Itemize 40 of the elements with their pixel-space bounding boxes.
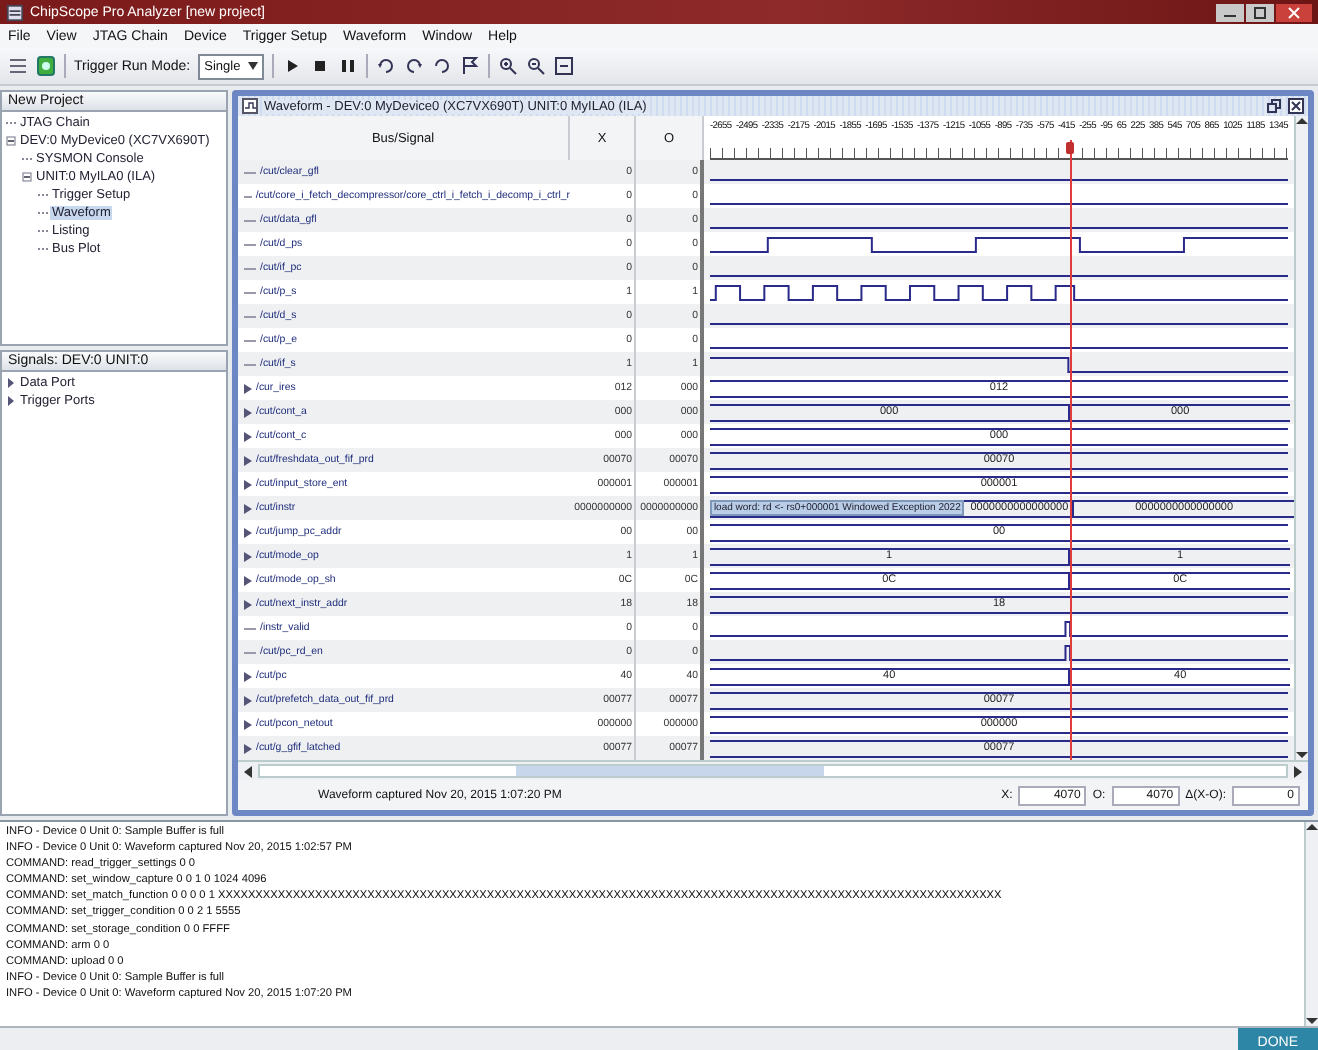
pause-icon[interactable] bbox=[338, 56, 359, 76]
expand-icon[interactable] bbox=[244, 743, 252, 753]
dropdown-caret-icon bbox=[248, 62, 259, 70]
expand-icon[interactable] bbox=[244, 599, 252, 609]
rotate-icon[interactable] bbox=[376, 56, 397, 76]
zoom-in-icon[interactable] bbox=[498, 56, 519, 76]
expand-icon[interactable] bbox=[244, 431, 252, 441]
expand-icon[interactable] bbox=[244, 503, 252, 513]
expand-icon[interactable] bbox=[6, 396, 16, 406]
collapse-icon[interactable] bbox=[22, 172, 32, 182]
waveform-icon[interactable] bbox=[242, 98, 258, 114]
close-icon[interactable] bbox=[1288, 98, 1304, 114]
expand-icon[interactable] bbox=[6, 378, 16, 388]
cursor-line[interactable] bbox=[1069, 140, 1072, 760]
expand-icon[interactable] bbox=[244, 527, 252, 537]
close-icon[interactable] bbox=[1276, 3, 1312, 21]
expand-icon[interactable] bbox=[244, 575, 252, 585]
zoom-out-icon[interactable] bbox=[526, 56, 547, 76]
minimize-icon[interactable] bbox=[1216, 3, 1244, 21]
expand-icon[interactable] bbox=[244, 407, 252, 417]
cursor-marker[interactable] bbox=[1065, 142, 1074, 154]
maximize-icon[interactable] bbox=[1246, 3, 1274, 21]
collapse-icon[interactable] bbox=[6, 136, 16, 146]
rotate-icon[interactable] bbox=[432, 56, 453, 76]
expand-icon[interactable] bbox=[244, 455, 252, 465]
flag-icon[interactable] bbox=[460, 56, 481, 76]
expand-icon[interactable] bbox=[244, 671, 252, 681]
restore-icon[interactable] bbox=[1266, 98, 1282, 114]
expand-icon[interactable] bbox=[244, 551, 252, 561]
stop-icon[interactable] bbox=[310, 56, 331, 76]
device-icon[interactable] bbox=[36, 56, 56, 76]
expand-icon[interactable] bbox=[244, 479, 252, 489]
horizontal-scrollbar[interactable] bbox=[258, 764, 1288, 778]
scroll-up-icon[interactable] bbox=[1306, 822, 1318, 832]
play-icon[interactable] bbox=[282, 56, 303, 76]
expand-icon[interactable] bbox=[244, 695, 252, 705]
expand-icon[interactable] bbox=[244, 383, 252, 393]
expand-icon[interactable] bbox=[244, 719, 252, 729]
rotate-icon[interactable] bbox=[404, 56, 425, 76]
app-icon[interactable] bbox=[6, 3, 24, 21]
